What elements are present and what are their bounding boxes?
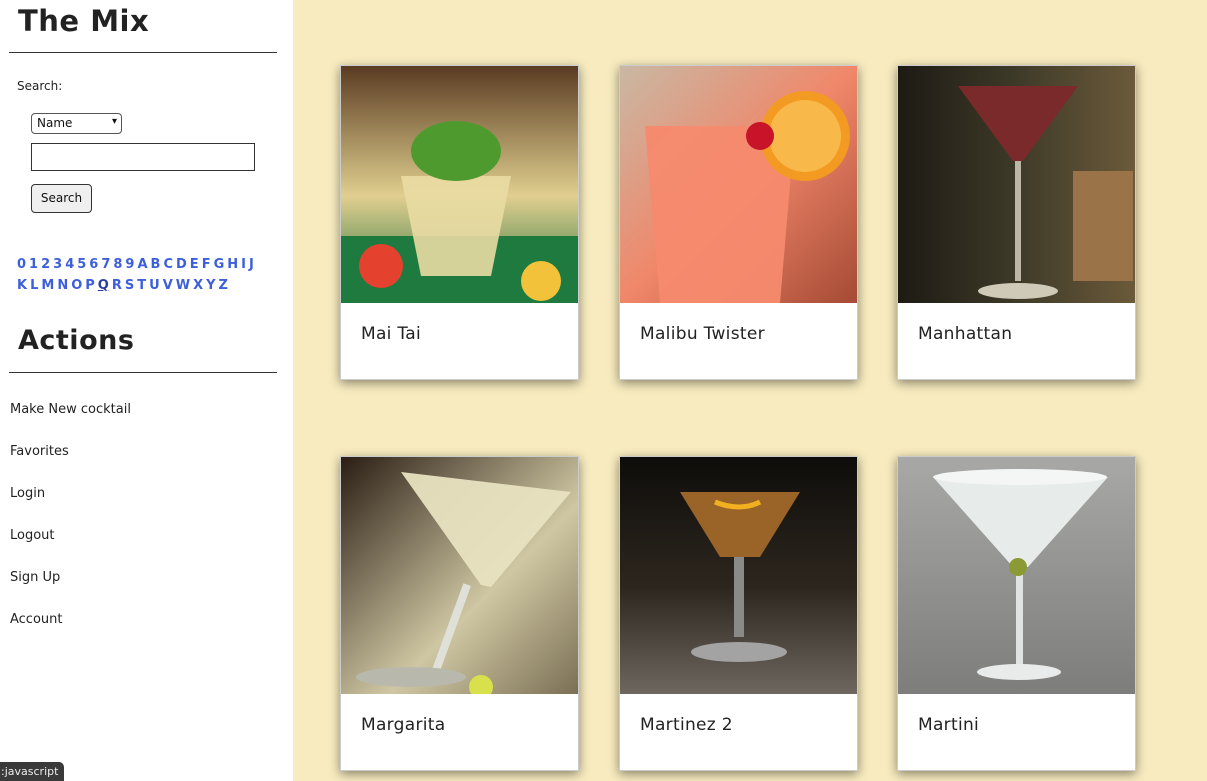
cocktail-photo-icon xyxy=(341,457,578,694)
cocktail-card[interactable]: Martinez 2 xyxy=(619,456,858,771)
letter-link-r[interactable]: R xyxy=(112,278,122,293)
letter-link-7[interactable]: 7 xyxy=(101,257,110,272)
letter-link-l[interactable]: L xyxy=(30,278,38,293)
actions-title: Actions xyxy=(18,325,135,356)
letter-link-y[interactable]: Y xyxy=(206,278,215,293)
divider xyxy=(9,52,277,53)
letter-link-c[interactable]: C xyxy=(163,257,173,272)
divider xyxy=(9,372,277,373)
chevron-down-icon: ▾ xyxy=(111,116,117,127)
actions-nav: Make New cocktail Favorites Login Logout Sig… xyxy=(10,400,131,652)
letter-index: 0123456789ABCDEFGHIJ KLMNOPQRSTUVWXYZ xyxy=(17,254,275,296)
action-link-account[interactable]: Account xyxy=(10,610,131,652)
letter-link-z[interactable]: Z xyxy=(219,278,228,293)
letter-link-n[interactable]: N xyxy=(57,278,68,293)
letter-link-q[interactable]: Q xyxy=(98,278,109,293)
letter-link-3[interactable]: 3 xyxy=(53,257,62,272)
letter-link-s[interactable]: S xyxy=(125,278,134,293)
search-label: Search: xyxy=(17,79,63,93)
letter-link-j[interactable]: J xyxy=(249,257,254,272)
cocktail-name: Margarita xyxy=(361,715,446,735)
letter-link-f[interactable]: F xyxy=(202,257,211,272)
cocktail-photo-icon xyxy=(620,66,857,303)
action-link-sign-up[interactable]: Sign Up xyxy=(10,568,131,610)
action-link-favorites[interactable]: Favorites xyxy=(10,442,131,484)
cocktail-card[interactable]: Margarita xyxy=(340,456,579,771)
letter-link-u[interactable]: U xyxy=(149,278,160,293)
letter-link-1[interactable]: 1 xyxy=(29,257,38,272)
letter-link-2[interactable]: 2 xyxy=(41,257,50,272)
letter-link-w[interactable]: W xyxy=(176,278,190,293)
brand-title: The Mix xyxy=(18,4,150,38)
cocktail-card[interactable]: Manhattan xyxy=(897,65,1136,380)
letter-link-h[interactable]: H xyxy=(227,257,238,272)
cocktail-name: Martinez 2 xyxy=(640,715,733,735)
letter-link-o[interactable]: O xyxy=(71,278,82,293)
letter-link-g[interactable]: G xyxy=(214,257,225,272)
letter-link-v[interactable]: V xyxy=(163,278,173,293)
cocktail-photo-icon xyxy=(898,66,1135,303)
cocktail-photo-icon xyxy=(898,457,1135,694)
action-link-make-new-cocktail[interactable]: Make New cocktail xyxy=(10,400,131,442)
cocktail-card[interactable]: Martini xyxy=(897,456,1136,771)
action-link-login[interactable]: Login xyxy=(10,484,131,526)
letter-link-m[interactable]: M xyxy=(41,278,54,293)
letter-link-d[interactable]: D xyxy=(176,257,187,272)
cocktail-name: Malibu Twister xyxy=(640,324,765,344)
search-type-select[interactable]: Name ▾ xyxy=(31,113,122,134)
status-bar: javascript: xyxy=(0,762,64,781)
letter-link-k[interactable]: K xyxy=(17,278,27,293)
search-input[interactable] xyxy=(31,143,255,171)
action-link-logout[interactable]: Logout xyxy=(10,526,131,568)
cocktail-photo-icon xyxy=(341,66,578,303)
cocktail-name: Martini xyxy=(918,715,980,735)
letter-link-e[interactable]: E xyxy=(190,257,199,272)
letter-link-4[interactable]: 4 xyxy=(65,257,74,272)
search-type-value: Name xyxy=(37,116,73,130)
letter-link-i[interactable]: I xyxy=(241,257,246,272)
letter-link-9[interactable]: 9 xyxy=(125,257,134,272)
search-button[interactable]: Search xyxy=(31,184,92,213)
letter-link-0[interactable]: 0 xyxy=(17,257,26,272)
sidebar: The Mix Search: Name ▾ Search 0123456789… xyxy=(0,0,293,781)
letter-link-5[interactable]: 5 xyxy=(77,257,86,272)
letter-link-6[interactable]: 6 xyxy=(89,257,98,272)
letter-link-x[interactable]: X xyxy=(193,278,203,293)
cocktail-name: Mai Tai xyxy=(361,324,422,344)
cocktail-name: Manhattan xyxy=(918,324,1013,344)
letter-link-b[interactable]: B xyxy=(151,257,161,272)
letter-link-a[interactable]: A xyxy=(137,257,147,272)
letter-link-p[interactable]: P xyxy=(85,278,95,293)
cocktail-photo-icon xyxy=(620,457,857,694)
cocktail-card[interactable]: Malibu Twister xyxy=(619,65,858,380)
cocktail-card[interactable]: Mai Tai xyxy=(340,65,579,380)
letter-link-8[interactable]: 8 xyxy=(113,257,122,272)
letter-link-t[interactable]: T xyxy=(137,278,146,293)
